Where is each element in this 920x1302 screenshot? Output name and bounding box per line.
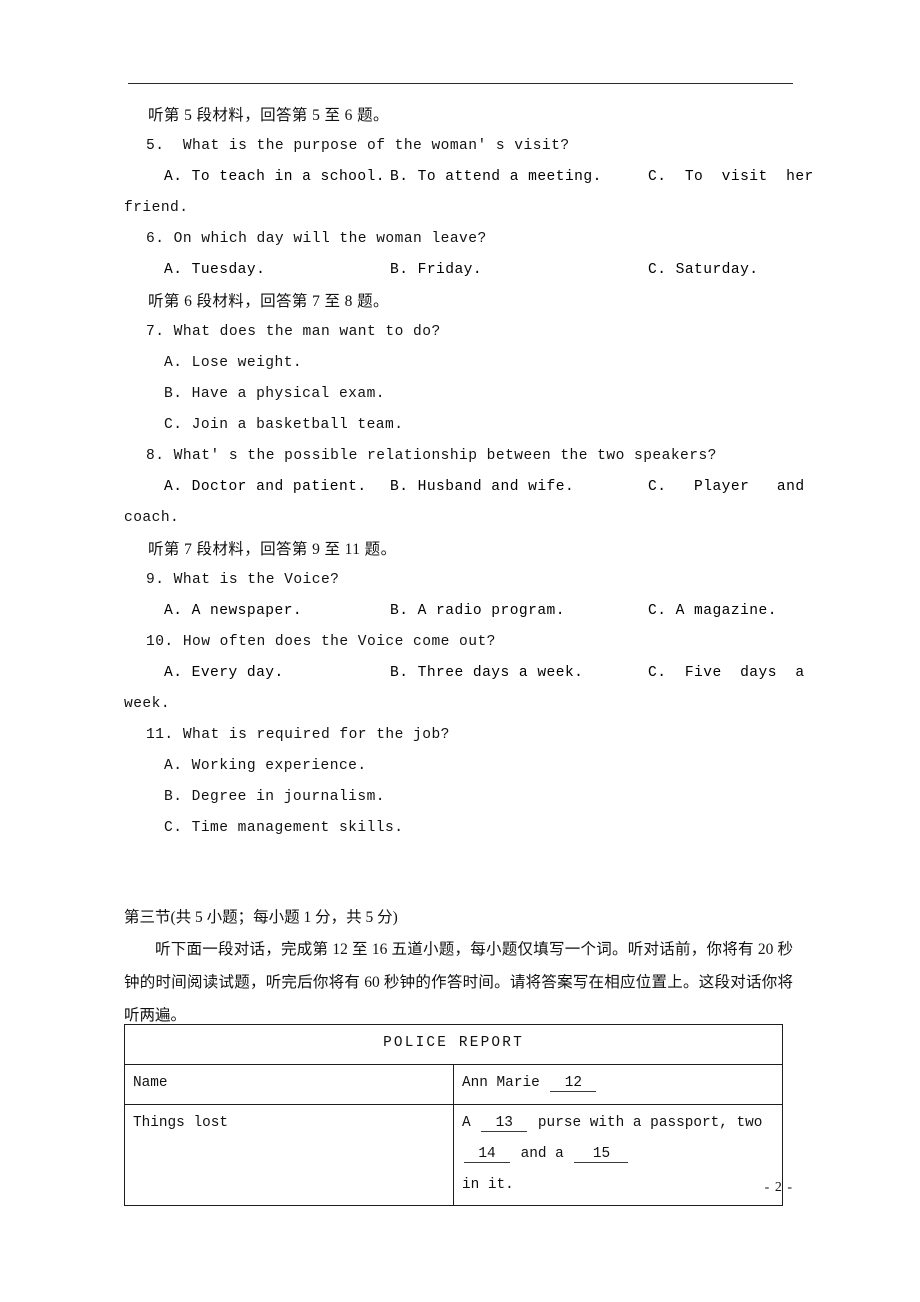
question-10-option-b[interactable]: B. Three days a week. — [390, 658, 583, 689]
question-5-option-c-overflow: friend. — [124, 200, 189, 216]
question-8-option-b[interactable]: B. Husband and wife. — [390, 472, 574, 503]
question-9-option-a[interactable]: A. A newspaper. — [164, 596, 302, 627]
question-9-option-c[interactable]: C. A magazine. — [648, 596, 777, 627]
blank-12[interactable]: 12 — [550, 1075, 597, 1093]
question-11-option-b[interactable]: B. Degree in journalism. — [124, 782, 793, 813]
question-10-option-c-overflow: week. — [124, 696, 171, 712]
exam-page: 听第 5 段材料，回答第 5 至 6 题。 5. What is the pur… — [0, 0, 920, 1302]
listening-prompt-7-8: 听第 6 段材料，回答第 7 至 8 题。 — [148, 293, 389, 310]
listening-prompt-5-6: 听第 5 段材料，回答第 5 至 6 题。 — [148, 107, 389, 124]
question-6-option-a[interactable]: A. Tuesday. — [164, 255, 265, 286]
section-three-title: 第三节(共 5 小题；每小题 1 分，共 5 分) — [124, 909, 398, 926]
name-value-prefix: Ann Marie — [462, 1075, 549, 1091]
question-8-options: A. Doctor and patient. B. Husband and wi… — [124, 472, 804, 503]
things-segment-3: and a — [512, 1146, 573, 1162]
question-9-stem: 9. What is the Voice? — [146, 572, 340, 588]
question-5-option-a[interactable]: A. To teach in a school. — [164, 162, 385, 193]
question-7-option-b[interactable]: B. Have a physical exam. — [124, 379, 793, 410]
question-8-stem: 8. What' s the possible relationship bet… — [146, 448, 717, 464]
question-11-option-c[interactable]: C. Time management skills. — [124, 813, 793, 844]
row-label-name: Name — [124, 1064, 454, 1105]
question-10-options: A. Every day. B. Three days a week. C. F… — [124, 658, 804, 689]
row-value-name: Ann Marie 12 — [453, 1064, 783, 1105]
question-8-option-a[interactable]: A. Doctor and patient. — [164, 472, 367, 503]
question-5-options: A. To teach in a school. B. To attend a … — [124, 162, 813, 193]
question-6-option-b[interactable]: B. Friday. — [390, 255, 482, 286]
page-number: - 2 - — [764, 1180, 793, 1195]
question-6-options: A. Tuesday. B. Friday. C. Saturday. — [124, 255, 793, 286]
blank-15[interactable]: 15 — [574, 1146, 629, 1164]
question-6-stem: 6. On which day will the woman leave? — [146, 231, 487, 247]
question-7-option-c[interactable]: C. Join a basketball team. — [124, 410, 793, 441]
section-three: 第三节(共 5 小题；每小题 1 分，共 5 分) 听下面一段对话，完成第 12… — [124, 902, 793, 1032]
listening-section-content: 听第 5 段材料，回答第 5 至 6 题。 5. What is the pur… — [124, 100, 813, 844]
blank-13[interactable]: 13 — [481, 1115, 528, 1133]
question-9-option-b[interactable]: B. A radio program. — [390, 596, 565, 627]
header-rule — [128, 83, 793, 84]
police-report-title: POLICE REPORT — [124, 1024, 783, 1065]
section-three-instructions: 听下面一段对话，完成第 12 至 16 五道小题，每小题仅填写一个词。听对话前，… — [124, 941, 793, 1024]
question-5-stem: 5. What is the purpose of the woman' s v… — [146, 138, 570, 154]
police-report-table: POLICE REPORT Name Ann Marie 12 Things l… — [124, 1024, 783, 1206]
question-5-option-b[interactable]: B. To attend a meeting. — [390, 162, 602, 193]
things-segment-2: purse with a passport, two — [529, 1115, 763, 1131]
blank-14[interactable]: 14 — [464, 1146, 510, 1164]
question-11-stem: 11. What is required for the job? — [146, 727, 450, 743]
question-10-stem: 10. How often does the Voice come out? — [146, 634, 496, 650]
question-11-option-a[interactable]: A. Working experience. — [124, 751, 793, 782]
question-10-option-a[interactable]: A. Every day. — [164, 658, 284, 689]
question-7-stem: 7. What does the man want to do? — [146, 324, 441, 340]
question-5-option-c[interactable]: C. To visit her — [648, 162, 814, 193]
question-9-options: A. A newspaper. B. A radio program. C. A… — [124, 596, 793, 627]
table-header-row: POLICE REPORT — [124, 1024, 783, 1065]
question-8-option-c-overflow: coach. — [124, 510, 180, 526]
question-6-option-c[interactable]: C. Saturday. — [648, 255, 759, 286]
question-8-option-c[interactable]: C. Player and — [648, 472, 805, 503]
table-row-name: Name Ann Marie 12 — [124, 1064, 783, 1105]
listening-prompt-9-11: 听第 7 段材料，回答第 9 至 11 题。 — [148, 541, 397, 558]
things-segment-1: A — [462, 1115, 480, 1131]
question-7-option-a[interactable]: A. Lose weight. — [124, 348, 793, 379]
question-10-option-c[interactable]: C. Five days a — [648, 658, 805, 689]
